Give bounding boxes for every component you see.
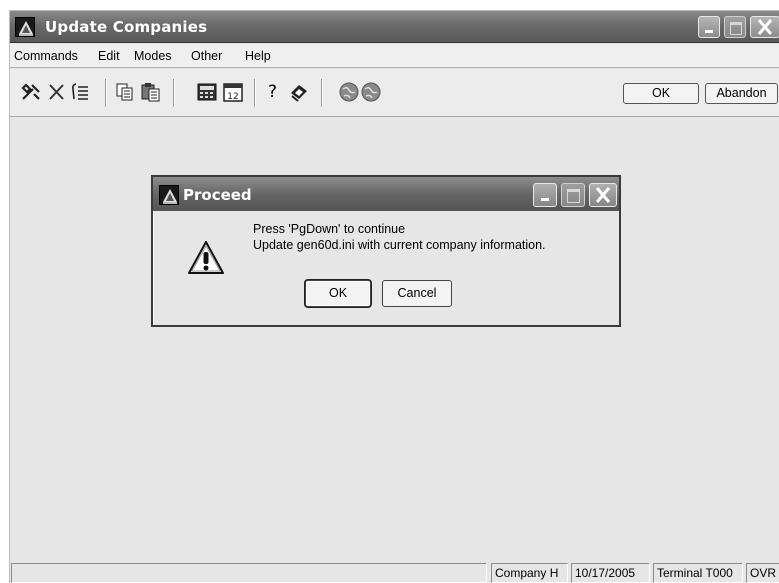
title-bar[interactable]: Update Companies: [10, 11, 779, 43]
dialog-logo-icon: [159, 185, 179, 205]
dialog-close-button[interactable]: [589, 183, 617, 207]
status-bar: Company H 10/17/2005 Terminal T000 OVR: [10, 560, 779, 583]
menu-help[interactable]: Help: [245, 49, 271, 63]
toolbar-separator: [321, 79, 323, 107]
dialog-message-line-1: Press 'PgDown' to continue: [253, 222, 406, 236]
close-icon: [757, 19, 773, 35]
help-glyph: ?: [268, 82, 278, 102]
globe-back-icon[interactable]: [338, 81, 360, 103]
dialog-ok-button[interactable]: OK: [305, 280, 371, 307]
window-title: Update Companies: [45, 18, 208, 36]
delete-icon[interactable]: [46, 81, 68, 103]
svg-text:12: 12: [227, 92, 238, 102]
toolbar-separator: [254, 79, 256, 107]
abandon-button[interactable]: Abandon: [705, 83, 778, 104]
toolbar-separator: [173, 79, 175, 107]
paste-icon[interactable]: [140, 81, 162, 103]
status-terminal: Terminal T000: [653, 563, 743, 583]
minimize-button[interactable]: [698, 16, 720, 38]
dialog-title-bar[interactable]: Proceed: [153, 177, 619, 211]
status-mode: OVR: [746, 563, 779, 583]
menu-modes[interactable]: Modes: [134, 49, 172, 63]
dialog-message-line-2: Update gen60d.ini with current company i…: [253, 238, 546, 252]
help-icon[interactable]: ?: [268, 81, 290, 103]
close-button[interactable]: [750, 16, 779, 38]
menu-edit[interactable]: Edit: [98, 49, 120, 63]
dialog-cancel-button[interactable]: Cancel: [382, 280, 452, 307]
tools-icon[interactable]: [20, 81, 42, 103]
toolbar-separator: [105, 79, 107, 107]
toolbar-ok-button[interactable]: OK: [623, 83, 699, 104]
dialog-maximize-button[interactable]: [561, 183, 585, 207]
calendar-icon[interactable]: 12: [222, 81, 244, 103]
status-date: 10/17/2005: [571, 563, 650, 583]
close-icon: [595, 187, 611, 203]
maximize-button[interactable]: [724, 16, 746, 38]
copy-icon[interactable]: [114, 81, 136, 103]
menu-other[interactable]: Other: [191, 49, 222, 63]
bookmark-icon[interactable]: [288, 81, 310, 103]
status-message: [11, 563, 487, 583]
menu-commands[interactable]: Commands: [14, 49, 78, 63]
proceed-dialog: Proceed Press 'PgDown' to continue Updat…: [151, 175, 621, 327]
list-icon[interactable]: [70, 81, 92, 103]
dialog-title: Proceed: [183, 186, 252, 204]
globe-forward-icon[interactable]: [360, 81, 382, 103]
toolbar: 12 ? OK Abandon: [10, 69, 779, 117]
status-company: Company H: [491, 563, 568, 583]
calculator-icon[interactable]: [196, 81, 218, 103]
dialog-minimize-button[interactable]: [533, 183, 557, 207]
warning-icon: [186, 239, 226, 277]
menu-bar: Commands Edit Modes Other Help: [10, 44, 779, 68]
app-logo-icon[interactable]: [15, 17, 35, 37]
